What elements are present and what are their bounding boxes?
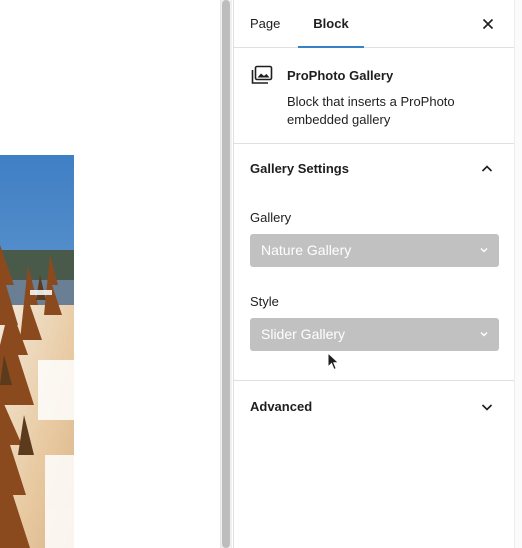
block-title: ProPhoto Gallery <box>287 68 394 83</box>
tab-page[interactable]: Page <box>250 0 280 48</box>
close-icon <box>482 18 494 30</box>
block-card: ProPhoto Gallery Block that inserts a Pr… <box>234 48 515 144</box>
chevron-down-icon <box>479 245 489 255</box>
chevron-down-icon <box>478 398 496 416</box>
block-description: Block that inserts a ProPhoto embedded g… <box>287 94 455 127</box>
gallery-photo-preview[interactable] <box>0 155 74 548</box>
gallery-settings-toggle[interactable]: Gallery Settings <box>234 144 515 192</box>
gallery-settings-panel: Gallery Settings Gallery Nature Gallery … <box>234 144 515 381</box>
gallery-field-label: Gallery <box>250 210 292 225</box>
advanced-panel-toggle[interactable]: Advanced <box>234 381 515 431</box>
gallery-select-value: Nature Gallery <box>261 242 352 258</box>
tab-block[interactable]: Block <box>298 0 364 48</box>
editor-canvas <box>0 0 220 548</box>
chevron-down-icon <box>479 329 489 339</box>
style-select-value: Slider Gallery <box>261 326 346 342</box>
style-field-label: Style <box>250 294 279 309</box>
style-select[interactable]: Slider Gallery <box>250 318 499 351</box>
sidebar-edge <box>514 0 522 548</box>
scrollbar-thumb[interactable] <box>222 0 230 548</box>
gallery-icon <box>251 65 273 84</box>
settings-sidebar: Page Block ProPhoto Gallery Block that i… <box>233 0 522 548</box>
chevron-up-icon <box>478 160 496 178</box>
winter-landscape-image <box>0 155 74 548</box>
panel-title: Gallery Settings <box>250 161 349 176</box>
gallery-select[interactable]: Nature Gallery <box>250 234 499 267</box>
mouse-pointer-icon <box>327 352 340 371</box>
sidebar-tabs: Page Block <box>234 0 515 48</box>
panel-title: Advanced <box>250 399 313 414</box>
close-sidebar-button[interactable] <box>476 12 500 36</box>
